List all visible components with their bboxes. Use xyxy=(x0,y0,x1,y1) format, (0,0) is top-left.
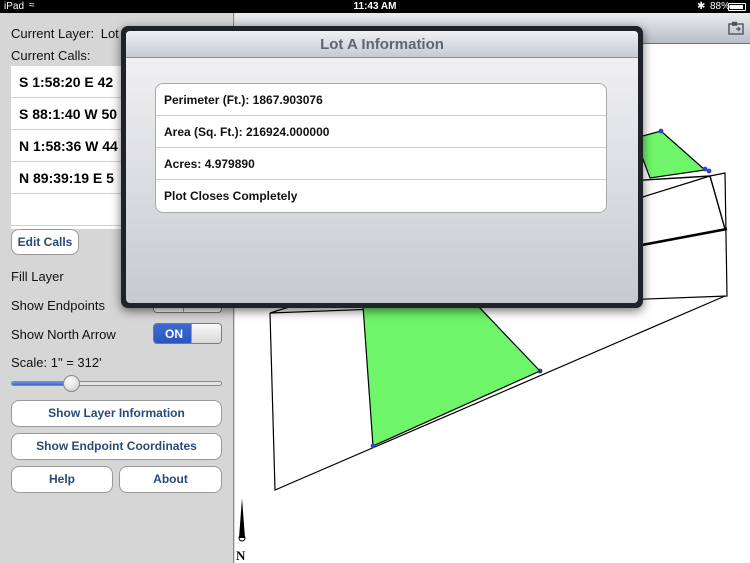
status-bar: iPad ≈ 11:43 AM ✱ 88% xyxy=(0,0,750,13)
closure-status-row: Plot Closes Completely xyxy=(164,189,298,203)
bluetooth-icon: ✱ xyxy=(697,1,706,12)
show-north-arrow-label: Show North Arrow xyxy=(11,327,116,342)
toggle-on-label: ON xyxy=(154,324,194,343)
current-layer-label: Current Layer: Lot xyxy=(11,26,119,41)
battery-icon xyxy=(728,3,746,11)
endpoint-marker[interactable] xyxy=(537,368,543,374)
scale-slider[interactable] xyxy=(11,375,222,392)
lot-fill-upper xyxy=(634,130,707,179)
about-button[interactable]: About xyxy=(119,466,222,493)
fill-layer-label: Fill Layer xyxy=(11,269,64,284)
popover-content: Lot A Information Perimeter (Ft.): 1867.… xyxy=(126,31,638,303)
edit-calls-button[interactable]: Edit Calls xyxy=(11,229,79,255)
toggle-knob[interactable] xyxy=(191,324,221,343)
endpoint-marker[interactable] xyxy=(370,443,376,449)
current-layer-caption: Current Layer: xyxy=(11,26,95,41)
show-endpoints-label: Show Endpoints xyxy=(11,298,105,313)
help-button[interactable]: Help xyxy=(11,466,113,493)
current-layer-value: Lot xyxy=(100,26,119,41)
popover-title: Lot A Information xyxy=(126,31,638,58)
endpoint-marker[interactable] xyxy=(706,168,712,174)
show-layer-information-button[interactable]: Show Layer Information xyxy=(11,400,222,427)
perimeter-row: Perimeter (Ft.): 1867.903076 xyxy=(156,84,606,116)
battery-percent: 88% xyxy=(710,1,731,12)
scale-label: Scale: 1" = 312' xyxy=(11,355,102,370)
north-arrow-toggle[interactable]: ON xyxy=(153,323,222,344)
lot-info-table: Perimeter (Ft.): 1867.903076 Area (Sq. F… xyxy=(155,83,607,213)
acres-row: Acres: 4.979890 xyxy=(156,148,606,180)
show-endpoint-coordinates-button[interactable]: Show Endpoint Coordinates xyxy=(11,433,222,460)
slider-thumb[interactable] xyxy=(62,375,80,392)
status-time: 11:43 AM xyxy=(353,1,397,12)
lot-information-popover: Lot A Information Perimeter (Ft.): 1867.… xyxy=(121,26,643,308)
north-arrow-icon xyxy=(238,498,246,542)
parcel-outline xyxy=(269,295,726,491)
north-label: N xyxy=(236,548,246,563)
slider-fill xyxy=(12,382,71,385)
lot-fill-lower xyxy=(362,305,542,447)
endpoint-marker[interactable] xyxy=(658,128,664,134)
area-row: Area (Sq. Ft.): 216924.000000 xyxy=(156,116,606,148)
current-calls-label: Current Calls: xyxy=(11,48,91,63)
